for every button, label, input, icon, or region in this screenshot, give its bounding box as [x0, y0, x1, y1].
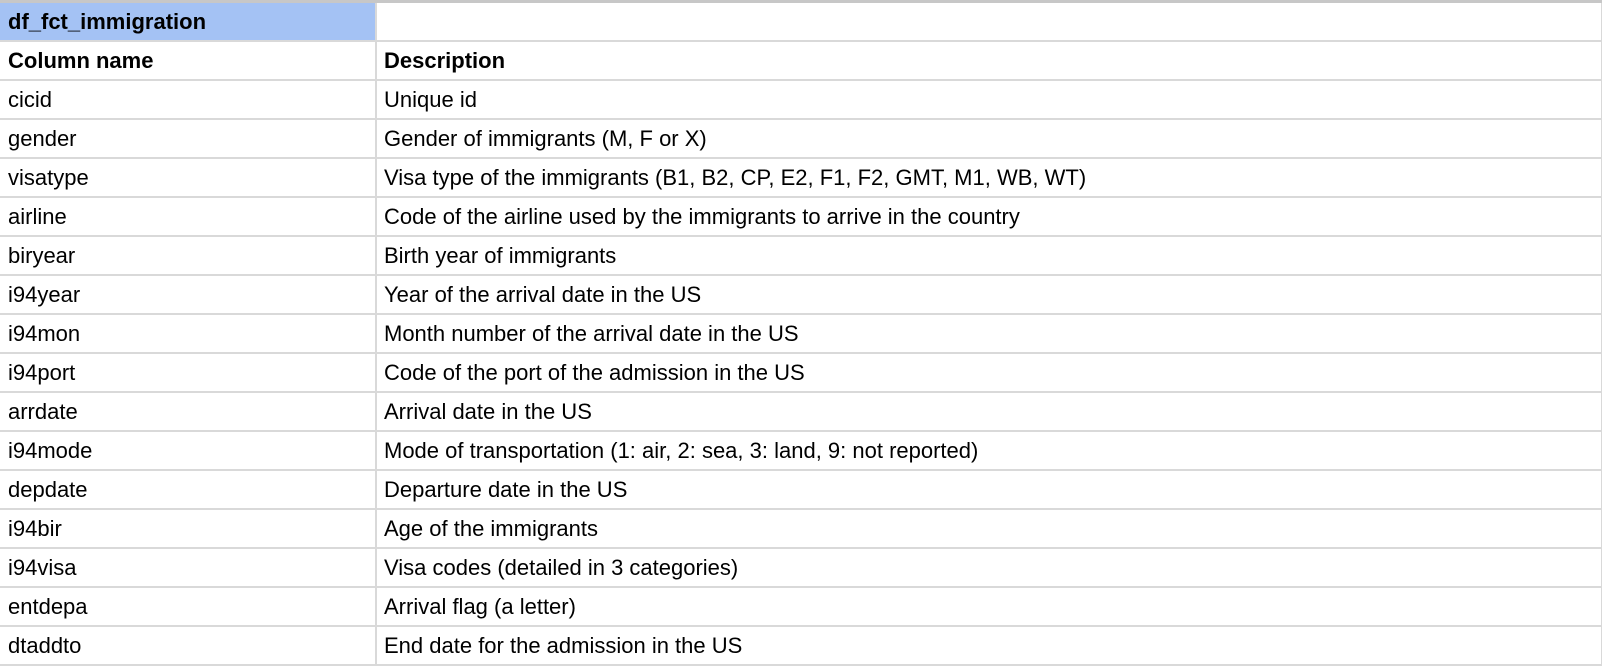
description-cell[interactable]: Visa codes (detailed in 3 categories)	[376, 548, 1602, 588]
column-name-cell[interactable]: i94port	[0, 353, 377, 393]
table-row: i94visa Visa codes (detailed in 3 catego…	[0, 548, 1602, 588]
description-cell[interactable]: Departure date in the US	[376, 470, 1602, 510]
description-cell[interactable]: Arrival date in the US	[376, 392, 1602, 432]
empty-cell[interactable]	[376, 3, 1602, 42]
description-cell[interactable]: End date for the admission in the US	[376, 626, 1602, 666]
description-cell[interactable]: Year of the arrival date in the US	[376, 275, 1602, 315]
description-cell[interactable]: Code of the airline used by the immigran…	[376, 197, 1602, 237]
column-name-cell[interactable]: i94mon	[0, 314, 377, 354]
description-cell[interactable]: Gender of immigrants (M, F or X)	[376, 119, 1602, 159]
description-cell[interactable]: Unique id	[376, 80, 1602, 120]
column-name-cell[interactable]: i94bir	[0, 509, 377, 549]
table-row: cicid Unique id	[0, 80, 1602, 120]
description-cell[interactable]: Mode of transportation (1: air, 2: sea, …	[376, 431, 1602, 471]
table-row: biryear Birth year of immigrants	[0, 236, 1602, 276]
description-header[interactable]: Description	[376, 41, 1602, 81]
description-cell[interactable]: Visa type of the immigrants (B1, B2, CP,…	[376, 158, 1602, 198]
column-name-cell[interactable]: i94mode	[0, 431, 377, 471]
title-row: df_fct_immigration	[0, 3, 1602, 42]
table-row: i94port Code of the port of the admissio…	[0, 353, 1602, 393]
column-name-cell[interactable]: entdepa	[0, 587, 377, 627]
table-row: gender Gender of immigrants (M, F or X)	[0, 119, 1602, 159]
table-row: arrdate Arrival date in the US	[0, 392, 1602, 432]
table-row: i94mon Month number of the arrival date …	[0, 314, 1602, 354]
description-cell[interactable]: Month number of the arrival date in the …	[376, 314, 1602, 354]
description-cell[interactable]: Birth year of immigrants	[376, 236, 1602, 276]
column-name-cell[interactable]: i94year	[0, 275, 377, 315]
column-name-cell[interactable]: airline	[0, 197, 377, 237]
spreadsheet-grid: df_fct_immigration Column name Descripti…	[0, 0, 1602, 666]
column-name-cell[interactable]: gender	[0, 119, 377, 159]
table-row: i94year Year of the arrival date in the …	[0, 275, 1602, 315]
description-cell[interactable]: Arrival flag (a letter)	[376, 587, 1602, 627]
table-row: dtaddto End date for the admission in th…	[0, 626, 1602, 666]
data-dictionary-table: df_fct_immigration Column name Descripti…	[0, 3, 1602, 666]
column-name-header[interactable]: Column name	[0, 41, 377, 81]
column-name-cell[interactable]: cicid	[0, 80, 377, 120]
header-row: Column name Description	[0, 41, 1602, 81]
column-name-cell[interactable]: visatype	[0, 158, 377, 198]
description-cell[interactable]: Age of the immigrants	[376, 509, 1602, 549]
column-name-cell[interactable]: i94visa	[0, 548, 377, 588]
description-cell[interactable]: Code of the port of the admission in the…	[376, 353, 1602, 393]
column-name-cell[interactable]: biryear	[0, 236, 377, 276]
table-title-cell[interactable]: df_fct_immigration	[0, 3, 377, 42]
table-row: airline Code of the airline used by the …	[0, 197, 1602, 237]
table-row: entdepa Arrival flag (a letter)	[0, 587, 1602, 627]
table-row: i94mode Mode of transportation (1: air, …	[0, 431, 1602, 471]
table-row: i94bir Age of the immigrants	[0, 509, 1602, 549]
column-name-cell[interactable]: depdate	[0, 470, 377, 510]
table-row: depdate Departure date in the US	[0, 470, 1602, 510]
column-name-cell[interactable]: dtaddto	[0, 626, 377, 666]
column-name-cell[interactable]: arrdate	[0, 392, 377, 432]
table-row: visatype Visa type of the immigrants (B1…	[0, 158, 1602, 198]
